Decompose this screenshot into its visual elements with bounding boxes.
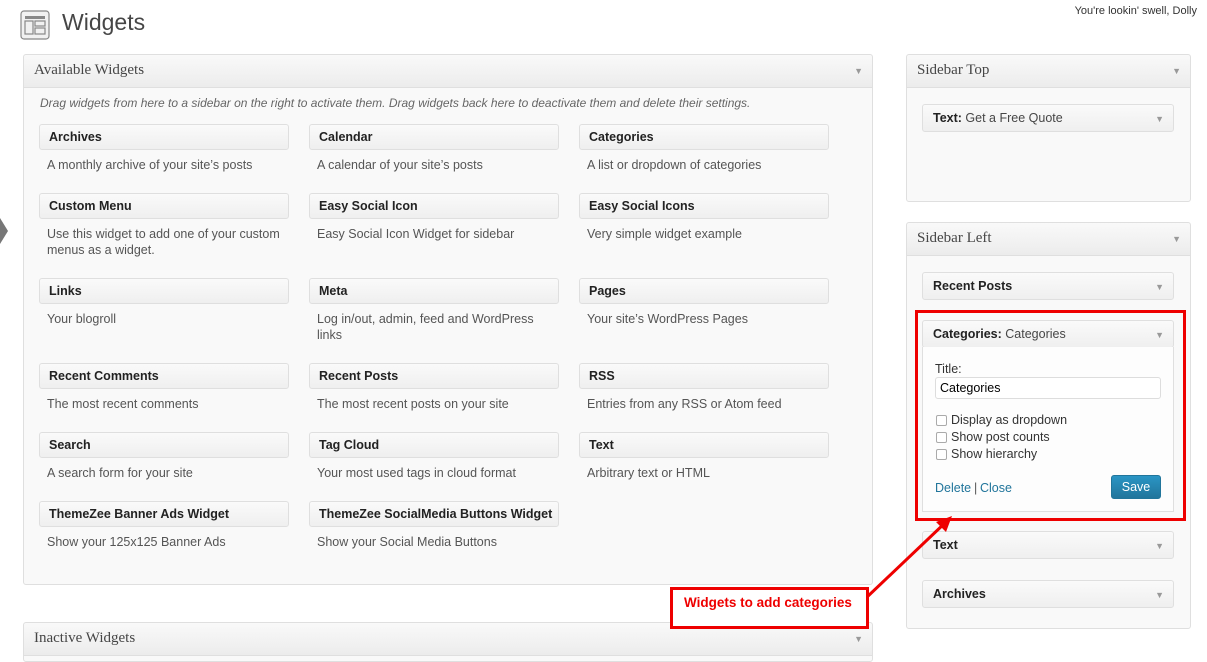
widget-pages[interactable]: Pages Your site’s WordPress Pages [579, 278, 829, 327]
widget-description: Easy Social Icon Widget for sidebar [317, 227, 515, 241]
widget-description: Very simple widget example [587, 227, 742, 241]
widget-description: The most recent posts on your site [317, 397, 509, 411]
widget-title[interactable]: Categories [579, 124, 829, 150]
annotation-arrow [864, 516, 952, 600]
widget-description: Your most used tags in cloud format [317, 466, 516, 480]
widget-rss[interactable]: RSS Entries from any RSS or Atom feed [579, 363, 829, 412]
widget-type: Text: [933, 111, 962, 125]
toggle-arrow-icon[interactable]: ▼ [1172, 234, 1181, 244]
widget-description: A list or dropdown of categories [587, 158, 762, 172]
widget-description: Show your 125x125 Banner Ads [47, 535, 226, 549]
widget-title[interactable]: RSS [579, 363, 829, 389]
widget-title[interactable]: Text [579, 432, 829, 458]
widget-easy-social-icon[interactable]: Easy Social Icon Easy Social Icon Widget… [309, 193, 559, 242]
expand-arrow-icon[interactable]: ▼ [1155, 114, 1164, 124]
widget-description: A search form for your site [47, 466, 193, 480]
page-title: Widgets [62, 9, 146, 35]
sidebar-widget-text-quote[interactable]: Text: Get a Free Quote ▼ [922, 104, 1174, 132]
widget-title[interactable]: Recent Comments [39, 363, 289, 389]
expand-arrow-icon[interactable]: ▼ [1155, 541, 1164, 551]
widget-categories[interactable]: Categories A list or dropdown of categor… [579, 124, 829, 173]
widget-recent-comments[interactable]: Recent Comments The most recent comments [39, 363, 289, 412]
available-widgets-title: Available Widgets [34, 62, 145, 78]
annotation-box: Widgets to add categories [670, 587, 869, 629]
widget-title[interactable]: Easy Social Icons [579, 193, 829, 219]
widget-instance-title: Get a Free Quote [965, 111, 1063, 125]
widget-description: A monthly archive of your site’s posts [47, 158, 253, 172]
toggle-arrow-icon[interactable]: ▼ [854, 66, 863, 76]
annotation-label: Widgets to add categories [684, 595, 852, 610]
widget-title[interactable]: Archives [39, 124, 289, 150]
widget-title[interactable]: Recent Posts [309, 363, 559, 389]
widget-description: The most recent comments [47, 397, 199, 411]
sidebar-left-header[interactable]: Sidebar Left ▼ [907, 223, 1190, 256]
widget-easy-social-icons[interactable]: Easy Social Icons Very simple widget exa… [579, 193, 829, 242]
widget-links[interactable]: Links Your blogroll [39, 278, 289, 327]
inactive-widgets-title: Inactive Widgets [34, 630, 136, 646]
widget-title[interactable]: Pages [579, 278, 829, 304]
widget-description: Use this widget to add one of your custo… [47, 227, 280, 257]
widget-text[interactable]: Text Arbitrary text or HTML [579, 432, 829, 481]
widget-title[interactable]: Tag Cloud [309, 432, 559, 458]
available-widgets-help: Drag widgets from here to a sidebar on t… [40, 96, 751, 110]
widget-description: Your blogroll [47, 312, 117, 326]
widget-title[interactable]: ThemeZee Banner Ads Widget [39, 501, 289, 527]
widget-themezee-socialmedia-buttons[interactable]: ThemeZee SocialMedia Buttons Widget Show… [309, 501, 559, 550]
widget-title[interactable]: Meta [309, 278, 559, 304]
widget-description: Your site’s WordPress Pages [587, 312, 748, 326]
widget-description: Entries from any RSS or Atom feed [587, 397, 782, 411]
widget-archives[interactable]: Archives A monthly archive of your site’… [39, 124, 289, 173]
widget-title[interactable]: Search [39, 432, 289, 458]
widget-tag-cloud[interactable]: Tag Cloud Your most used tags in cloud f… [309, 432, 559, 481]
sidebar-top-title: Sidebar Top [917, 62, 990, 78]
available-widgets-header[interactable]: Available Widgets ▼ [24, 55, 872, 88]
howdy-greeting[interactable]: You're lookin' swell, Dolly [1075, 5, 1197, 17]
widget-title[interactable]: Calendar [309, 124, 559, 150]
toggle-arrow-icon[interactable]: ▼ [854, 634, 863, 644]
widget-recent-posts[interactable]: Recent Posts The most recent posts on yo… [309, 363, 559, 412]
sidebar-top-header[interactable]: Sidebar Top ▼ [907, 55, 1190, 88]
widget-description: Show your Social Media Buttons [317, 535, 497, 549]
widget-custom-menu[interactable]: Custom Menu Use this widget to add one o… [39, 193, 289, 258]
widgets-page-icon [20, 10, 50, 40]
widget-description: A calendar of your site’s posts [317, 158, 483, 172]
widget-title[interactable]: Custom Menu [39, 193, 289, 219]
highlight-box [915, 310, 1186, 521]
widget-title[interactable]: Easy Social Icon [309, 193, 559, 219]
widget-type: Recent Posts [933, 279, 1013, 293]
expand-arrow-icon[interactable]: ▼ [1155, 282, 1164, 292]
widget-search[interactable]: Search A search form for your site [39, 432, 289, 481]
collapse-arrow-icon[interactable] [0, 218, 8, 244]
sidebar-left-title: Sidebar Left [917, 230, 992, 246]
widget-title[interactable]: Links [39, 278, 289, 304]
widget-calendar[interactable]: Calendar A calendar of your site’s posts [309, 124, 559, 173]
widget-description: Log in/out, admin, feed and WordPress li… [317, 312, 534, 342]
toggle-arrow-icon[interactable]: ▼ [1172, 66, 1181, 76]
widget-description: Arbitrary text or HTML [587, 466, 710, 480]
expand-arrow-icon[interactable]: ▼ [1155, 590, 1164, 600]
sidebar-widget-recent-posts[interactable]: Recent Posts ▼ [922, 272, 1174, 300]
widget-themezee-banner-ads[interactable]: ThemeZee Banner Ads Widget Show your 125… [39, 501, 289, 550]
widget-title[interactable]: ThemeZee SocialMedia Buttons Widget [309, 501, 559, 527]
widget-meta[interactable]: Meta Log in/out, admin, feed and WordPre… [309, 278, 559, 343]
